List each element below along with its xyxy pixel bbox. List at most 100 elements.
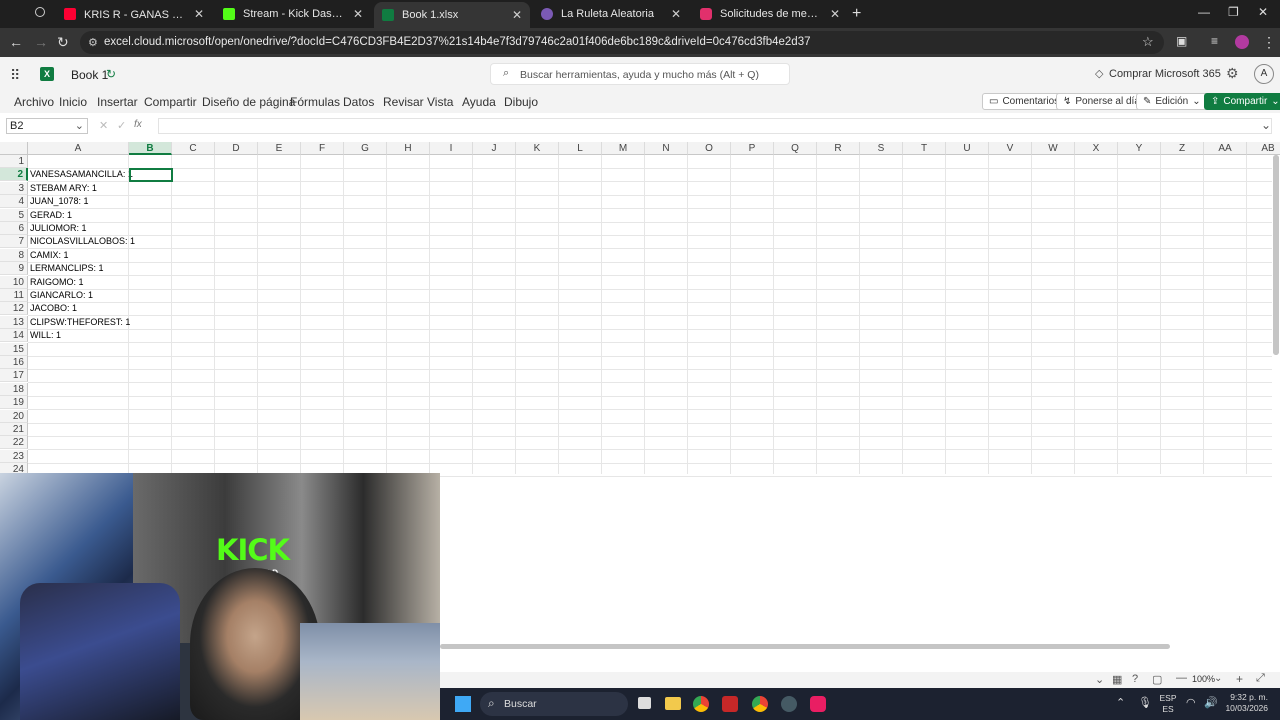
row-header-1[interactable]: 1 xyxy=(0,155,28,168)
menu-datos[interactable]: Datos xyxy=(343,95,374,109)
row-header-10[interactable]: 10 xyxy=(0,275,28,289)
menu-revisar[interactable]: Revisar xyxy=(383,95,424,109)
row-header-16[interactable]: 16 xyxy=(0,356,28,369)
windows-start-icon[interactable] xyxy=(455,696,471,712)
clock[interactable]: 9:32 p. m. 10/03/2026 xyxy=(1220,692,1268,714)
enter-icon[interactable]: ✓ xyxy=(117,119,126,132)
column-header-o[interactable]: O xyxy=(688,142,731,155)
column-header-t[interactable]: T xyxy=(903,142,946,155)
column-header-s[interactable]: S xyxy=(860,142,903,155)
active-cell-b2[interactable] xyxy=(129,168,173,182)
scrollbar-thumb[interactable] xyxy=(440,644,1170,649)
row-header-6[interactable]: 6 xyxy=(0,222,28,235)
address-bar[interactable]: ⚙ excel.cloud.microsoft/open/onedrive/?d… xyxy=(80,31,1164,54)
cell-a14[interactable]: WILL: 1 xyxy=(30,329,61,342)
column-header-e[interactable]: E xyxy=(258,142,301,155)
normal-view-icon[interactable]: ▦ xyxy=(1112,673,1122,686)
column-header-aa[interactable]: AA xyxy=(1204,142,1247,155)
chevron-down-icon[interactable]: ⌄ xyxy=(1214,673,1222,684)
insert-function-icon[interactable]: fx xyxy=(134,119,142,130)
row-header-18[interactable]: 18 xyxy=(0,382,28,396)
zoom-in-icon[interactable]: + xyxy=(1236,672,1243,686)
row-header-2[interactable]: 2 xyxy=(0,168,28,182)
zoom-level[interactable]: 100% xyxy=(1192,674,1215,684)
menu-insertar[interactable]: Insertar xyxy=(97,95,138,109)
menu-diseno-pagina[interactable]: Diseño de página xyxy=(202,95,295,109)
cell-a10[interactable]: RAIGOMO: 1 xyxy=(30,276,84,289)
column-header-z[interactable]: Z xyxy=(1161,142,1204,155)
close-window-icon[interactable]: ✕ xyxy=(1258,5,1268,19)
row-header-8[interactable]: 8 xyxy=(0,248,28,262)
column-header-d[interactable]: D xyxy=(215,142,258,155)
file-explorer-icon[interactable] xyxy=(665,697,681,710)
row-header-11[interactable]: 11 xyxy=(0,289,28,302)
share-button[interactable]: ⇪ Compartir ⌄ xyxy=(1204,93,1280,110)
row-header-21[interactable]: 21 xyxy=(0,423,28,436)
app-icon[interactable] xyxy=(722,696,738,712)
minimize-icon[interactable]: — xyxy=(1198,5,1210,19)
column-header-p[interactable]: P xyxy=(731,142,774,155)
row-header-7[interactable]: 7 xyxy=(0,235,28,249)
formula-input[interactable] xyxy=(158,118,1272,134)
tab-kick[interactable]: Stream - Kick Dashboard ✕ xyxy=(215,2,371,26)
show-hidden-icons[interactable]: ⌃ xyxy=(1116,696,1125,709)
column-header-h[interactable]: H xyxy=(387,142,430,155)
column-header-j[interactable]: J xyxy=(473,142,516,155)
chrome-active-icon[interactable] xyxy=(752,696,768,712)
row-header-14[interactable]: 14 xyxy=(0,329,28,343)
row-header-22[interactable]: 22 xyxy=(0,436,28,450)
help-icon[interactable]: ? xyxy=(1132,673,1138,685)
close-icon[interactable]: ✕ xyxy=(830,7,840,21)
tab-ruleta[interactable]: La Ruleta Aleatoria ✕ xyxy=(533,2,689,26)
tab-youtube[interactable]: KRIS R - GANAS 💖 (VIDEO OFICIAL) ✕ xyxy=(56,2,212,26)
profile-avatar[interactable] xyxy=(1235,35,1249,49)
close-icon[interactable]: ✕ xyxy=(512,8,522,22)
cancel-icon[interactable]: ✕ xyxy=(99,119,108,132)
menu-dibujo[interactable]: Dibujo xyxy=(504,95,538,109)
volume-icon[interactable]: 🔊 xyxy=(1204,696,1218,709)
zoom-out-icon[interactable]: — xyxy=(1176,672,1187,684)
column-header-m[interactable]: M xyxy=(602,142,645,155)
row-header-20[interactable]: 20 xyxy=(0,409,28,423)
menu-compartir[interactable]: Compartir xyxy=(144,95,197,109)
column-header-v[interactable]: V xyxy=(989,142,1032,155)
media-icon[interactable]: ≡ xyxy=(1211,34,1218,48)
cell-a11[interactable]: GIANCARLO: 1 xyxy=(30,289,93,302)
forward-icon[interactable]: → xyxy=(34,34,48,50)
restore-icon[interactable]: ❐ xyxy=(1228,5,1239,19)
cell-a13[interactable]: CLIPSW:THEFOREST: 1 xyxy=(30,316,130,329)
cell-a5[interactable]: GERAD: 1 xyxy=(30,209,72,222)
select-all-corner[interactable] xyxy=(0,142,28,155)
page-scrollbar[interactable] xyxy=(1272,155,1280,645)
column-header-r[interactable]: R xyxy=(817,142,860,155)
steam-icon[interactable] xyxy=(781,696,797,712)
menu-ayuda[interactable]: Ayuda xyxy=(462,95,496,109)
column-header-i[interactable]: I xyxy=(430,142,473,155)
column-header-c[interactable]: C xyxy=(172,142,215,155)
app-launcher-icon[interactable]: ⠿ xyxy=(10,67,20,84)
cell-a7[interactable]: NICOLASVILLALOBOS: 1 xyxy=(30,235,135,248)
buy-microsoft-365-link[interactable]: Comprar Microsoft 365 xyxy=(1109,68,1221,80)
cell-a3[interactable]: STEBAM ARY: 1 xyxy=(30,182,97,195)
column-header-x[interactable]: X xyxy=(1075,142,1118,155)
file-name[interactable]: Book 1 xyxy=(71,68,108,82)
row-header-9[interactable]: 9 xyxy=(0,262,28,276)
close-icon[interactable]: ✕ xyxy=(671,7,681,21)
row-header-15[interactable]: 15 xyxy=(0,342,28,356)
language-indicator[interactable]: ESP ES xyxy=(1158,693,1178,715)
fit-icon[interactable]: ⤢ xyxy=(1256,672,1265,685)
tab-instagram[interactable]: Solicitudes de mensajes • Mensajes ✕ xyxy=(692,2,848,26)
new-tab-button[interactable]: + xyxy=(852,5,861,23)
worksheet-grid[interactable]: A B C D E F G H I J K L M N O P Q R S T U V W X Y Z AA AB 123456789… xyxy=(0,142,1280,478)
menu-formulas[interactable]: Fórmulas xyxy=(290,95,340,109)
row-header-13[interactable]: 13 xyxy=(0,315,28,329)
bookmark-star-icon[interactable]: ☆ xyxy=(1142,34,1154,50)
row-header-4[interactable]: 4 xyxy=(0,195,28,209)
account-avatar[interactable]: A xyxy=(1254,64,1274,84)
row-header-3[interactable]: 3 xyxy=(0,181,28,195)
chevron-down-icon[interactable]: ⌄ xyxy=(1261,118,1271,132)
microphone-icon[interactable]: 🎙 xyxy=(1138,696,1152,709)
column-header-l[interactable]: L xyxy=(559,142,602,155)
column-header-f[interactable]: F xyxy=(301,142,344,155)
taskbar-search[interactable]: ⌕ Buscar xyxy=(480,692,628,716)
